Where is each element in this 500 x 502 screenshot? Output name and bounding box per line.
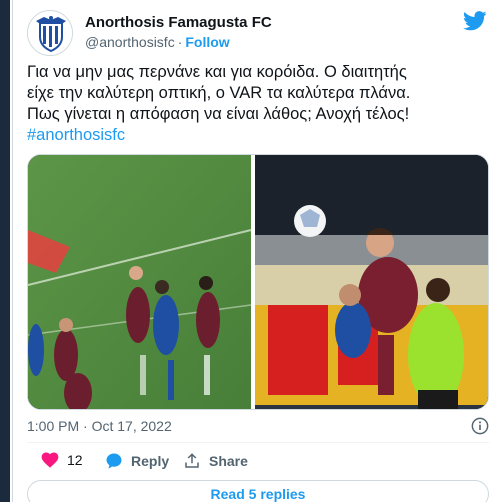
avatar[interactable] (27, 10, 73, 56)
like-button[interactable]: 12 (41, 452, 83, 468)
share-button[interactable]: Share (183, 452, 248, 470)
background-edge (0, 0, 10, 502)
timestamp-row: 1:00 PM · Oct 17, 2022 (27, 417, 489, 436)
match-photo-right[interactable] (255, 155, 489, 410)
heart-icon (41, 452, 59, 468)
tweet-text: Για να μην μας περνάνε και για κορόιδα. … (27, 62, 489, 146)
follow-link[interactable]: Follow (185, 34, 229, 50)
tweet-timestamp[interactable]: 1:00 PM · Oct 17, 2022 (27, 418, 172, 434)
read-replies-button[interactable]: Read 5 replies (27, 480, 489, 502)
account-handle[interactable]: @anorthosisfc (85, 34, 175, 50)
account-name[interactable]: Anorthosis Famagusta FC (85, 14, 272, 31)
reply-button[interactable]: Reply (105, 452, 169, 470)
tweet-header: Anorthosis Famagusta FC @anorthosisfc · Fo… (27, 10, 487, 56)
like-count: 12 (67, 452, 83, 468)
tweet-text-line: είχε την καλύτερη οπτική, ο VAR τα καλύτ… (27, 84, 411, 102)
hashtag-link[interactable]: #anorthosisfc (27, 125, 489, 146)
share-upload-icon (185, 453, 199, 468)
reply-label: Reply (131, 453, 170, 469)
twitter-bird-icon[interactable] (463, 10, 487, 32)
media-grid (27, 154, 489, 410)
action-bar: 12 Reply Share (27, 452, 489, 474)
handle-row: @anorthosisfc · Follow (85, 34, 230, 50)
match-photo-left[interactable] (28, 155, 252, 410)
tweet-text-line: Για να μην μας περνάνε και για κορόιδα. … (27, 63, 407, 81)
club-crest-icon (28, 11, 72, 55)
info-icon[interactable] (471, 417, 489, 435)
separator-dot: · (177, 34, 183, 50)
share-label: Share (209, 453, 248, 469)
reply-bubble-icon (106, 453, 122, 469)
tweet-embed-card: Anorthosis Famagusta FC @anorthosisfc · Fo… (12, 0, 500, 502)
divider (27, 442, 489, 443)
tweet-text-line: Πως γίνεται η απόφαση να είναι λάθος; Αν… (27, 105, 410, 123)
